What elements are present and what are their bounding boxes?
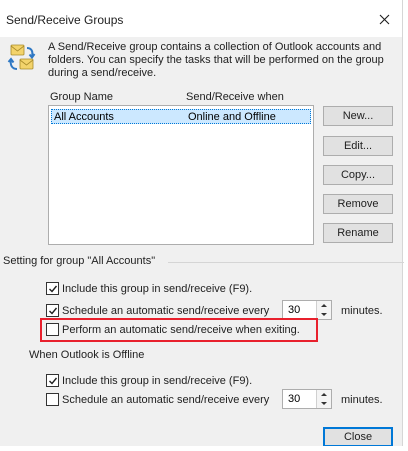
chevron-up-icon bbox=[321, 304, 327, 307]
offline-include-checkbox[interactable] bbox=[46, 374, 59, 387]
spinner-arrows bbox=[316, 390, 331, 408]
online-schedule-label: Schedule an automatic send/receive every bbox=[62, 305, 270, 317]
checkmark-icon bbox=[49, 307, 58, 315]
send-receive-on-exit-label: Perform an automatic send/receive when e… bbox=[62, 324, 300, 336]
send-receive-groups-dialog: Send/Receive Groups A Send/Receive group… bbox=[0, 0, 404, 451]
online-include-label: Include this group in send/receive (F9). bbox=[62, 283, 253, 295]
window-title: Send/Receive Groups bbox=[6, 13, 124, 27]
offline-include-label: Include this group in send/receive (F9). bbox=[62, 375, 253, 387]
chevron-down-icon bbox=[321, 313, 327, 316]
title-bar: Send/Receive Groups bbox=[0, 0, 402, 37]
close-button[interactable]: Close bbox=[323, 427, 393, 447]
close-icon bbox=[379, 14, 389, 24]
offline-section-label: When Outlook is Offline bbox=[29, 349, 145, 361]
chevron-up-icon bbox=[321, 393, 327, 396]
copy-button[interactable]: Copy... bbox=[323, 165, 393, 185]
offline-minutes-unit: minutes. bbox=[341, 394, 383, 406]
send-receive-on-exit-checkbox[interactable] bbox=[46, 323, 59, 336]
chevron-down-icon bbox=[321, 402, 327, 405]
offline-minutes-value: 30 bbox=[288, 393, 301, 405]
edit-button[interactable]: Edit... bbox=[323, 136, 393, 156]
checkmark-icon bbox=[49, 377, 58, 385]
bottom-edge bbox=[0, 446, 403, 451]
column-header-send-receive-when: Send/Receive when bbox=[186, 91, 284, 103]
group-divider bbox=[168, 262, 404, 263]
list-item[interactable]: All Accounts Online and Offline bbox=[51, 109, 311, 124]
spin-up-button[interactable] bbox=[317, 390, 331, 399]
offline-minutes-spinner[interactable]: 30 bbox=[282, 389, 332, 409]
groups-list[interactable]: All Accounts Online and Offline bbox=[48, 105, 314, 245]
send-receive-when-cell: Online and Offline bbox=[188, 111, 276, 123]
close-window-button[interactable] bbox=[370, 7, 398, 31]
spin-up-button[interactable] bbox=[317, 301, 331, 310]
online-include-checkbox[interactable] bbox=[46, 282, 59, 295]
send-receive-groups-icon bbox=[7, 44, 36, 70]
spin-down-button[interactable] bbox=[317, 310, 331, 319]
offline-schedule-checkbox[interactable] bbox=[46, 393, 59, 406]
group-settings-label: Setting for group "All Accounts" bbox=[3, 255, 156, 267]
column-header-group-name: Group Name bbox=[50, 91, 113, 103]
remove-button[interactable]: Remove bbox=[323, 194, 393, 214]
online-minutes-spinner[interactable]: 30 bbox=[282, 300, 332, 320]
offline-schedule-label: Schedule an automatic send/receive every bbox=[62, 394, 270, 406]
spin-down-button[interactable] bbox=[317, 399, 331, 408]
checkmark-icon bbox=[49, 285, 58, 293]
description-text: A Send/Receive group contains a collecti… bbox=[48, 41, 384, 79]
rename-button[interactable]: Rename bbox=[323, 223, 393, 243]
new-button[interactable]: New... bbox=[323, 106, 393, 126]
spinner-arrows bbox=[316, 301, 331, 319]
online-minutes-value: 30 bbox=[288, 304, 301, 316]
online-minutes-unit: minutes. bbox=[341, 305, 383, 317]
group-name-cell: All Accounts bbox=[54, 111, 114, 123]
online-schedule-checkbox[interactable] bbox=[46, 304, 59, 317]
